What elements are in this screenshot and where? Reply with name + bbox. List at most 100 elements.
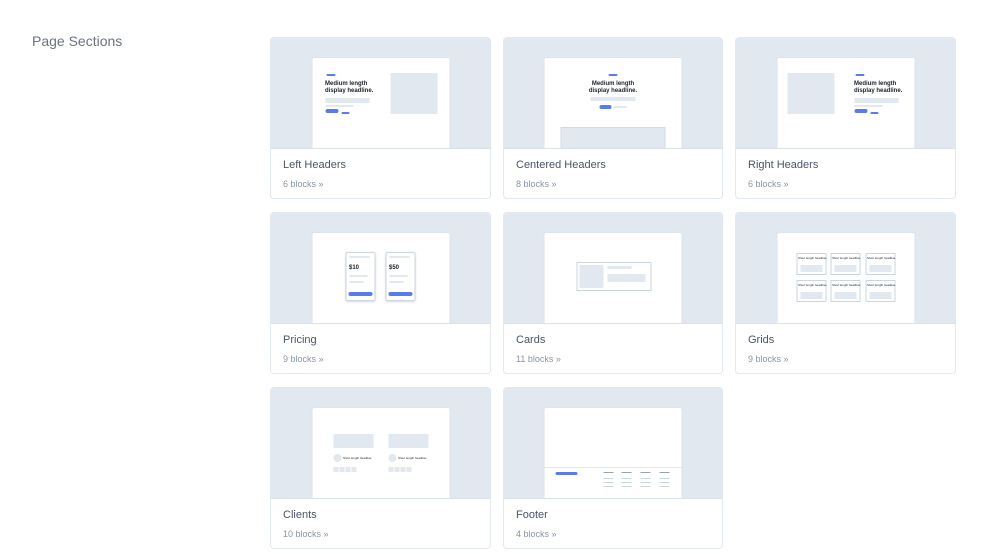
card-count-link[interactable]: 6 blocks »	[748, 178, 943, 190]
card-title: Centered Headers	[516, 159, 606, 171]
eyebrow-line	[608, 74, 618, 76]
cta-placeholder	[348, 292, 372, 296]
card-title: Grids	[748, 334, 775, 346]
section-card-clients[interactable]: Short length headline. Short length head…	[270, 387, 491, 549]
grid-item: Short length headline.	[830, 280, 861, 302]
image-placeholder	[800, 265, 822, 272]
grid-item-label: Short length headline.	[798, 283, 828, 287]
link-placeholder	[613, 106, 627, 108]
text-placeholder	[590, 97, 636, 101]
text-placeholder	[349, 256, 369, 258]
eyebrow-line	[855, 74, 864, 76]
page-sections-title: Page Sections	[32, 33, 123, 49]
price-label: $10	[349, 265, 360, 271]
text-placeholder	[325, 98, 369, 103]
image-placeholder	[579, 265, 604, 288]
card-title: Left Headers	[283, 159, 346, 171]
footer-link	[603, 482, 614, 483]
footer-divider	[544, 467, 682, 468]
preview-page: Medium length display headline.	[544, 58, 682, 148]
text-placeholder	[389, 256, 409, 258]
card-title: Footer	[516, 509, 548, 521]
card-count-link[interactable]: 9 blocks »	[748, 353, 943, 365]
image-placeholder	[834, 292, 856, 299]
card-placeholder	[576, 262, 652, 291]
section-card-footer[interactable]: Footer 4 blocks »	[503, 387, 723, 549]
preview-page: Medium length display headline.	[777, 58, 914, 148]
section-card-left-headers[interactable]: Medium length display headline. Left Hea…	[270, 37, 491, 199]
client-label: Short length headline.	[343, 456, 373, 460]
preview-pricing: $10 $50	[271, 213, 490, 324]
preview-page	[544, 233, 682, 323]
card-count-link[interactable]: 11 blocks »	[516, 353, 710, 365]
section-card-centered-headers[interactable]: Medium length display headline. Centered…	[503, 37, 723, 199]
section-card-pricing[interactable]: $10 $50 Pricing 9 blocks »	[270, 212, 491, 374]
price-card: $50	[385, 252, 415, 301]
preview-page: Medium length display headline.	[312, 58, 449, 148]
footer-link	[603, 478, 614, 479]
text-placeholder	[607, 266, 632, 269]
section-card-grids[interactable]: Short length headline. Short length head…	[735, 212, 956, 374]
icon-placeholder	[400, 467, 405, 472]
grid-item-label: Short length headline.	[867, 256, 897, 260]
eyebrow-line	[326, 74, 335, 76]
preview-headline: Medium length display headline.	[854, 81, 903, 94]
price-card: $10	[345, 252, 375, 301]
preview-grids: Short length headline. Short length head…	[736, 213, 955, 324]
preview-footer	[504, 388, 722, 499]
footer-col-heading	[659, 472, 670, 473]
preview-headline: Medium length display headline.	[588, 81, 638, 94]
preview-left-headers: Medium length display headline.	[271, 38, 490, 149]
icon-placeholder	[345, 467, 350, 472]
section-card-cards[interactable]: Cards 11 blocks »	[503, 212, 723, 374]
icon-placeholder	[351, 467, 356, 472]
image-placeholder	[869, 265, 891, 272]
grid-item-label: Short length headline.	[832, 256, 862, 260]
preview-page	[544, 408, 682, 498]
footer-link	[659, 486, 670, 487]
card-count-link[interactable]: 9 blocks »	[283, 353, 478, 365]
footer-link	[621, 478, 632, 479]
footer-link	[603, 486, 614, 487]
footer-link	[621, 486, 632, 487]
icon-placeholder	[339, 467, 344, 472]
footer-col-heading	[640, 472, 651, 473]
card-count-link[interactable]: 4 blocks »	[516, 528, 710, 540]
footer-logo-placeholder	[555, 472, 578, 475]
footer-link	[659, 482, 670, 483]
text-placeholder	[854, 98, 898, 103]
text-placeholder	[607, 274, 646, 282]
image-placeholder	[834, 265, 856, 272]
card-count-link[interactable]: 8 blocks »	[516, 178, 710, 190]
image-placeholder	[869, 292, 891, 299]
footer-col-heading	[621, 472, 632, 473]
preview-right-headers: Medium length display headline.	[736, 38, 955, 149]
footer-link	[640, 482, 651, 483]
avatar-placeholder	[388, 454, 396, 462]
image-placeholder	[560, 127, 666, 148]
logo-placeholder	[333, 434, 373, 448]
image-placeholder	[800, 292, 822, 299]
footer-link	[659, 478, 670, 479]
link-placeholder	[341, 112, 349, 114]
logo-placeholder	[388, 434, 428, 448]
client-label: Short length headline.	[398, 456, 428, 460]
preview-page: Short length headline. Short length head…	[312, 408, 449, 498]
footer-link	[621, 482, 632, 483]
text-placeholder	[854, 105, 882, 107]
section-card-right-headers[interactable]: Medium length display headline. Right He…	[735, 37, 956, 199]
preview-clients: Short length headline. Short length head…	[271, 388, 490, 499]
text-placeholder	[389, 275, 407, 277]
cta-placeholder	[325, 109, 338, 113]
grid-item: Short length headline.	[830, 253, 862, 275]
card-count-link[interactable]: 6 blocks »	[283, 178, 478, 190]
icon-placeholder	[394, 467, 399, 472]
card-count-link[interactable]: 10 blocks »	[283, 528, 478, 540]
text-placeholder	[349, 275, 367, 277]
avatar-placeholder	[333, 454, 341, 462]
footer-col-heading	[603, 472, 614, 473]
icon-placeholder	[406, 467, 411, 472]
cta-placeholder	[388, 292, 412, 296]
grid-item: Short length headline.	[865, 280, 896, 302]
text-placeholder	[389, 281, 403, 283]
